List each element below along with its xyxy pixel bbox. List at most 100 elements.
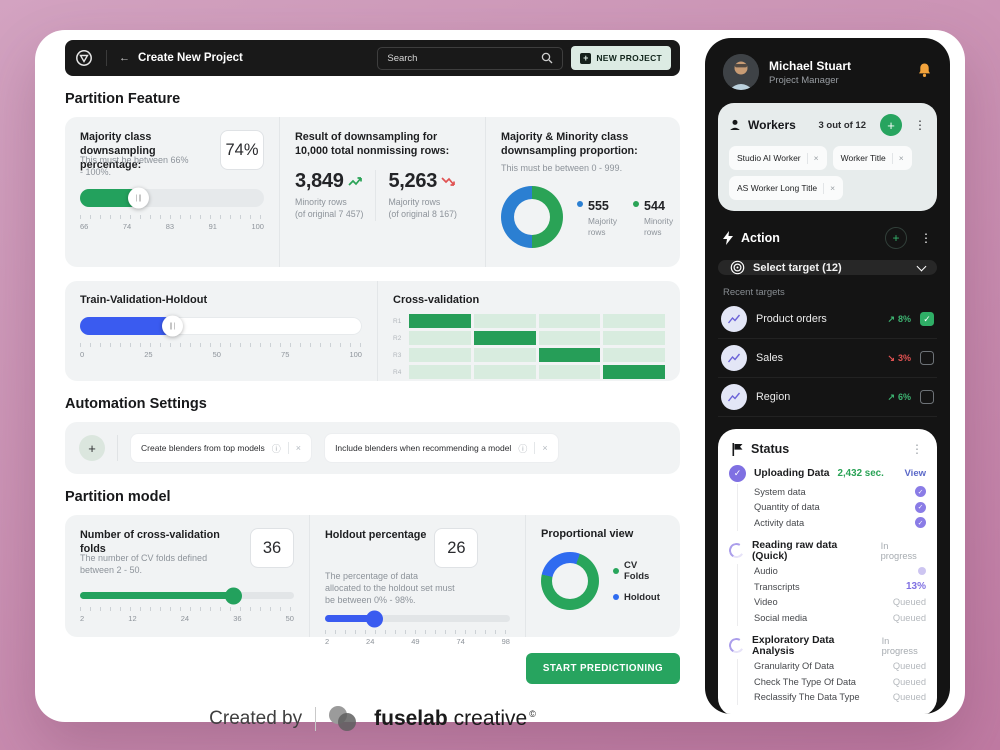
holdout-value-box[interactable]: 26 — [434, 528, 478, 568]
worker-chip[interactable]: Worker Title × — [833, 146, 912, 170]
status-item: Audio — [754, 564, 926, 580]
checkbox-unchecked[interactable] — [920, 390, 934, 404]
kebab-menu-icon[interactable]: ⋮ — [920, 231, 932, 245]
select-target-dropdown[interactable]: Select target (12) — [718, 260, 937, 275]
checkbox-checked[interactable]: ✓ — [920, 312, 934, 326]
group-title: Reading raw data (Quick) — [752, 540, 873, 562]
view-link[interactable]: View — [905, 468, 926, 479]
legend-majority-value: 555 — [588, 199, 609, 213]
tick: 83 — [166, 222, 174, 231]
minority-sub: (of original 7 457) — [295, 209, 363, 219]
kebab-menu-icon[interactable]: ⋮ — [911, 442, 923, 456]
back-arrow-icon[interactable]: ← — [119, 52, 130, 64]
majority-value: 5,263 — [388, 170, 437, 193]
tick: 74 — [123, 222, 131, 231]
copyright-mark: © — [529, 709, 536, 719]
minority-stat: 3,849 Minority rows (of original 7 457) — [295, 170, 375, 221]
kebab-menu-icon[interactable]: ⋮ — [914, 118, 926, 132]
minority-value: 3,849 — [295, 170, 344, 193]
tick-labels: 2 12 24 36 50 — [80, 614, 294, 623]
status-item-label: Quantity of data — [754, 502, 820, 512]
tick: 74 — [456, 637, 464, 646]
slider-handle[interactable] — [366, 610, 383, 627]
trend-up-icon — [348, 176, 363, 187]
target-row[interactable]: Product orders ↗ 8% ✓ — [718, 300, 937, 339]
folds-slider[interactable] — [80, 592, 294, 599]
status-group-reading: Reading raw data (Quick) In progress — [729, 540, 926, 562]
brand-creative: creative — [454, 707, 528, 731]
close-icon[interactable]: × — [542, 443, 547, 453]
divider — [315, 707, 316, 731]
worker-chip[interactable]: AS Worker Long Title × — [729, 176, 843, 200]
trend-down-icon — [441, 176, 456, 187]
worker-chip-label: Worker Title — [841, 153, 886, 163]
queued-label: Queued — [893, 677, 926, 687]
cv-folds-card: Number of cross-validation folds 36 The … — [65, 515, 309, 637]
legend-dot-green — [613, 568, 619, 574]
info-icon[interactable]: ⓘ — [518, 442, 527, 455]
downsampling-value-box[interactable]: 74% — [220, 130, 264, 170]
add-setting-button[interactable]: + — [79, 435, 105, 461]
majority-sub: (of original 8 167) — [388, 209, 456, 219]
validation-panel: Train-Validation-Holdout 0 25 50 75 100 … — [65, 281, 680, 381]
close-icon[interactable]: × — [814, 153, 819, 163]
downsampling-slider[interactable] — [80, 189, 264, 207]
divider — [117, 435, 118, 461]
status-item-label: Reclassify The Data Type — [754, 692, 860, 702]
queued-label: Queued — [893, 597, 926, 607]
action-title: Action — [741, 231, 780, 245]
add-worker-button[interactable]: + — [880, 114, 902, 136]
target-name: Sales — [756, 352, 783, 364]
worker-chip-label: Studio AI Worker — [737, 153, 801, 163]
divider — [534, 442, 535, 454]
new-project-button[interactable]: + NEW PROJECT — [571, 46, 671, 70]
start-predictioning-button[interactable]: START PREDICTIONING — [526, 653, 680, 684]
close-icon[interactable]: × — [830, 183, 835, 193]
slider-handle[interactable] — [162, 316, 183, 337]
slider-handle[interactable] — [128, 188, 149, 209]
trend-up-icon: ↗ — [887, 314, 895, 325]
proportion-hint: This must be between 0 - 999. — [501, 162, 665, 174]
tick: 2 — [80, 614, 84, 623]
info-icon[interactable]: ⓘ — [272, 442, 281, 455]
created-by-text: Created by — [209, 708, 302, 730]
header-divider — [106, 50, 107, 66]
slider-handle[interactable] — [225, 587, 242, 604]
tick-strip — [80, 343, 362, 347]
select-target-label: Select target (12) — [753, 262, 842, 274]
automation-chip[interactable]: Include blenders when recommending a mod… — [324, 433, 559, 463]
tvh-slider[interactable] — [80, 317, 362, 335]
status-title: Status — [751, 442, 789, 456]
status-item: Social media Queued — [754, 610, 926, 626]
avatar[interactable] — [723, 54, 759, 90]
target-row[interactable]: Region ↗ 6% — [718, 378, 937, 417]
worker-chip[interactable]: Studio AI Worker × — [729, 146, 827, 170]
app-logo-icon[interactable] — [74, 48, 94, 68]
target-row[interactable]: Sales ↘ 3% — [718, 339, 937, 378]
queued-label: Queued — [893, 613, 926, 623]
user-name: Michael Stuart — [769, 59, 851, 73]
legend-dot-blue — [613, 594, 619, 600]
bell-icon[interactable] — [917, 62, 932, 83]
progress-percent: 13% — [906, 581, 926, 592]
tick-labels: 0 25 50 75 100 — [80, 350, 362, 359]
tick: 0 — [80, 350, 84, 359]
tick: 24 — [366, 637, 374, 646]
group-title: Uploading Data — [754, 468, 830, 479]
close-icon[interactable]: × — [296, 443, 301, 453]
automation-chip[interactable]: Create blenders from top models ⓘ × — [130, 433, 312, 463]
status-item-label: Video — [754, 597, 778, 607]
footer-credit: Created by fuselab creative © — [65, 706, 680, 732]
mini-chart-icon — [721, 306, 747, 332]
right-sidebar: Michael Stuart Project Manager Workers 3… — [705, 38, 950, 714]
add-action-button[interactable]: + — [885, 227, 907, 249]
close-icon[interactable]: × — [899, 153, 904, 163]
tick: 98 — [502, 637, 510, 646]
tick: 100 — [349, 350, 362, 359]
folds-value-box[interactable]: 36 — [250, 528, 294, 568]
search-input[interactable]: Search — [377, 47, 563, 70]
checkbox-unchecked[interactable] — [920, 351, 934, 365]
majority-label: Majority rows — [388, 197, 440, 207]
tick: 100 — [251, 222, 264, 231]
holdout-slider[interactable] — [325, 615, 510, 622]
